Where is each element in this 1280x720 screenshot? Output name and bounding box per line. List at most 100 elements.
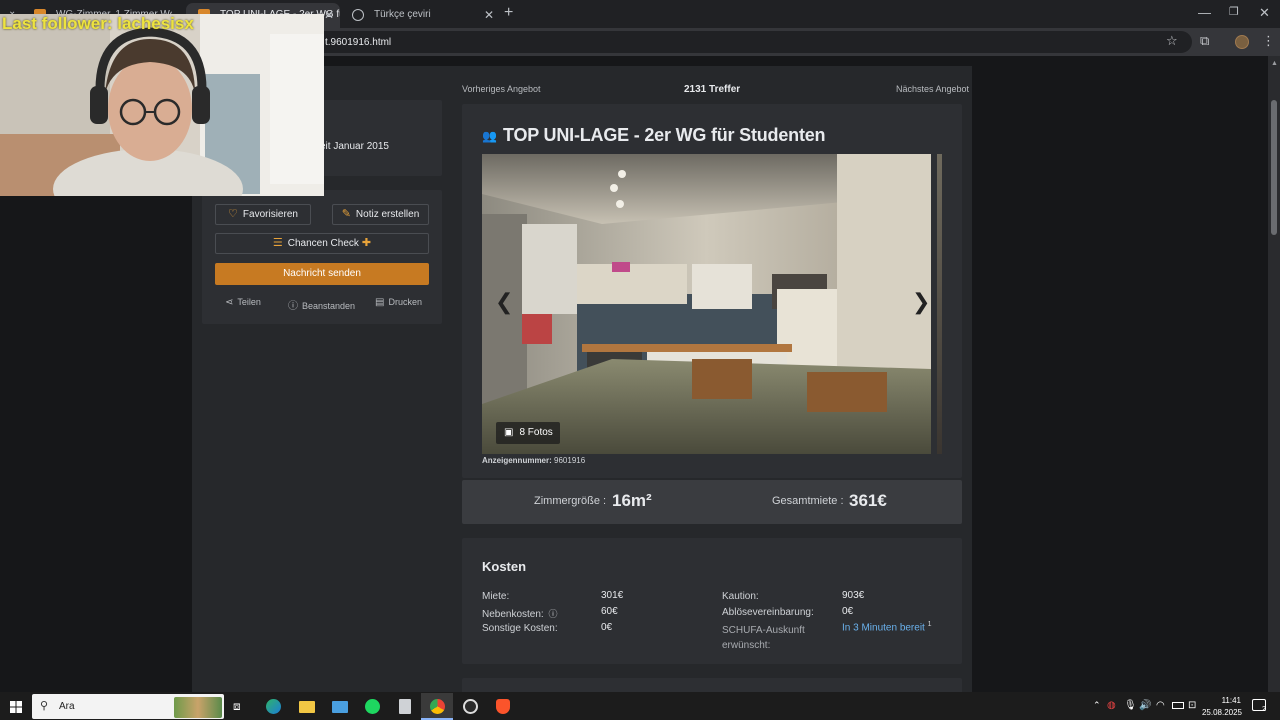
print-link[interactable]: ▤ Drucken xyxy=(375,297,422,308)
roommates-icon: 👥 xyxy=(482,129,497,143)
edge-icon[interactable] xyxy=(266,699,281,714)
previous-offer-link[interactable]: Vorheriges Angebot xyxy=(462,84,541,94)
volume-icon[interactable]: 🔊 xyxy=(1139,700,1151,711)
photo-count-badge[interactable]: ▣ 8 Fotos xyxy=(496,422,560,444)
new-tab-icon[interactable]: + xyxy=(504,4,513,22)
room-size-value: 16m² xyxy=(612,491,652,510)
chrome-icon xyxy=(430,699,445,714)
next-offer-link[interactable]: Nächstes Angebot xyxy=(896,84,969,94)
heart-icon: ♡ xyxy=(228,208,238,220)
costs-panel xyxy=(462,538,962,664)
webcam-overlay xyxy=(0,14,324,196)
ad-number: Anzeigennummer: 9601916 xyxy=(482,456,585,465)
file-explorer-icon[interactable] xyxy=(299,701,315,713)
side-costs-label: Nebenkosten: ⓘ xyxy=(482,607,558,620)
globe-favicon-icon xyxy=(352,9,364,21)
bookmark-star-icon[interactable]: ☆ xyxy=(1166,33,1178,49)
ad-number-label: Anzeigennummer: xyxy=(482,456,552,465)
next-photo-preview xyxy=(937,154,942,454)
network-icon[interactable]: ⊡ xyxy=(1188,700,1196,711)
deposit-label: Kaution: xyxy=(722,591,759,602)
transfer-label: Ablösevereinbarung: xyxy=(722,607,814,618)
print-label: Drucken xyxy=(388,297,422,307)
address-bar[interactable] xyxy=(250,31,1192,53)
report-label: Beanstanden xyxy=(302,301,356,311)
minimize-icon[interactable]: — xyxy=(1198,5,1211,20)
ad-number-value: 9601916 xyxy=(554,456,586,465)
favorite-button[interactable]: ♡ Favorisieren xyxy=(215,204,311,225)
close-window-icon[interactable]: ✕ xyxy=(1259,5,1270,21)
kitchen-photo-image xyxy=(482,154,931,454)
microphone-icon[interactable]: 🎙 xyxy=(1124,700,1137,711)
schufa-link[interactable]: In 3 Minuten bereit 1 xyxy=(842,621,932,633)
printer-icon: ▤ xyxy=(375,297,385,308)
info-icon[interactable]: ⓘ xyxy=(549,609,558,619)
profile-avatar[interactable] xyxy=(1235,35,1249,49)
wifi-icon[interactable]: ◠ xyxy=(1156,700,1165,711)
total-rent-value: 361€ xyxy=(849,491,887,510)
spotify-icon[interactable] xyxy=(365,699,380,714)
tab-title: Türkçe çeviri xyxy=(374,9,431,20)
menu-kebab-icon[interactable]: ⋮ xyxy=(1262,33,1275,49)
schufa-link-text: In 3 Minuten bereit xyxy=(842,622,925,634)
transfer-value: 0€ xyxy=(842,606,854,617)
tray-app-icon[interactable]: ◍ xyxy=(1107,700,1116,711)
footnote-marker: 1 xyxy=(927,621,932,628)
search-highlight-image xyxy=(174,697,222,718)
plus-badge-icon: ✚ xyxy=(361,237,372,249)
share-link[interactable]: ⋖ Teilen xyxy=(225,297,261,308)
gallery-icon: ▣ xyxy=(504,427,514,438)
clock-time[interactable]: 11:41 xyxy=(1205,696,1241,705)
side-costs-label-text: Nebenkosten: xyxy=(482,609,544,620)
tab-turkce-ceviri[interactable]: Türkçe çeviri ✕ xyxy=(340,3,500,28)
schufa-label-line-1: SCHUFA-Auskunft xyxy=(722,625,805,636)
streamer-webcam-image xyxy=(0,14,324,196)
extensions-icon[interactable]: ⧉ xyxy=(1200,33,1209,49)
last-follower-text: Last follower: lachesisx xyxy=(2,14,194,33)
search-icon: ⚲ xyxy=(40,700,49,712)
deposit-value: 903€ xyxy=(842,590,865,601)
windows-logo-icon xyxy=(10,701,22,713)
previous-photo-arrow-icon[interactable]: ❮ xyxy=(495,289,513,315)
schufa-label: SCHUFA-Auskunft erwünscht: xyxy=(722,623,805,653)
mail-app-icon[interactable] xyxy=(332,701,348,713)
url-text[interactable]: t.9601916.html xyxy=(325,37,391,48)
windows-start-icon[interactable] xyxy=(10,700,22,713)
note-icon: ✎ xyxy=(341,208,351,220)
side-costs-value: 60€ xyxy=(601,606,618,617)
obs-icon[interactable] xyxy=(463,699,478,714)
next-photo-arrow-icon[interactable]: ❯ xyxy=(912,289,930,315)
next-section-panel xyxy=(462,678,962,692)
close-tab-icon[interactable]: ✕ xyxy=(324,3,334,27)
tray-chevron-up-icon[interactable]: ⌃ xyxy=(1093,700,1101,711)
favorite-label: Favorisieren xyxy=(242,209,298,220)
listing-title: TOP UNI-LAGE - 2er WG für Studenten xyxy=(503,125,826,145)
schufa-label-line-2: erwünscht: xyxy=(722,640,771,651)
chance-check-button[interactable]: ☰ Chancen Check ✚ xyxy=(215,233,429,254)
rent-label: Miete: xyxy=(482,591,510,602)
chance-check-label: Chancen Check xyxy=(287,238,359,249)
restore-icon[interactable]: ❐ xyxy=(1229,5,1239,18)
clock-date[interactable]: 25.08.2025 xyxy=(1200,708,1242,717)
report-link[interactable]: ⓘ Beanstanden xyxy=(288,297,355,312)
calculator-icon[interactable] xyxy=(399,699,411,714)
scrollbar-thumb[interactable] xyxy=(1271,100,1277,235)
kitchen-photo[interactable] xyxy=(482,154,931,454)
rent-value: 301€ xyxy=(601,590,624,601)
share-icon: ⋖ xyxy=(225,297,234,308)
photo-count-label: 8 Fotos xyxy=(519,427,553,438)
total-rent-label: Gesamtmiete : xyxy=(772,495,844,507)
other-costs-label: Sonstige Kosten: xyxy=(482,623,558,634)
create-note-button[interactable]: ✎ Notiz erstellen xyxy=(332,204,429,225)
close-tab-icon[interactable]: ✕ xyxy=(484,3,494,27)
scroll-up-icon[interactable]: ▲ xyxy=(1271,60,1278,67)
member-since: eit Januar 2015 xyxy=(320,141,389,152)
brave-icon[interactable] xyxy=(496,699,510,714)
checklist-icon: ☰ xyxy=(272,237,283,249)
hits-count: 2131 Treffer xyxy=(684,84,741,95)
send-message-button[interactable]: Nachricht senden xyxy=(215,263,429,285)
battery-icon[interactable] xyxy=(1172,702,1184,709)
notification-count: 2 xyxy=(1262,706,1266,713)
note-label: Notiz erstellen xyxy=(355,209,420,220)
task-view-icon[interactable]: ⧈ xyxy=(233,699,241,714)
